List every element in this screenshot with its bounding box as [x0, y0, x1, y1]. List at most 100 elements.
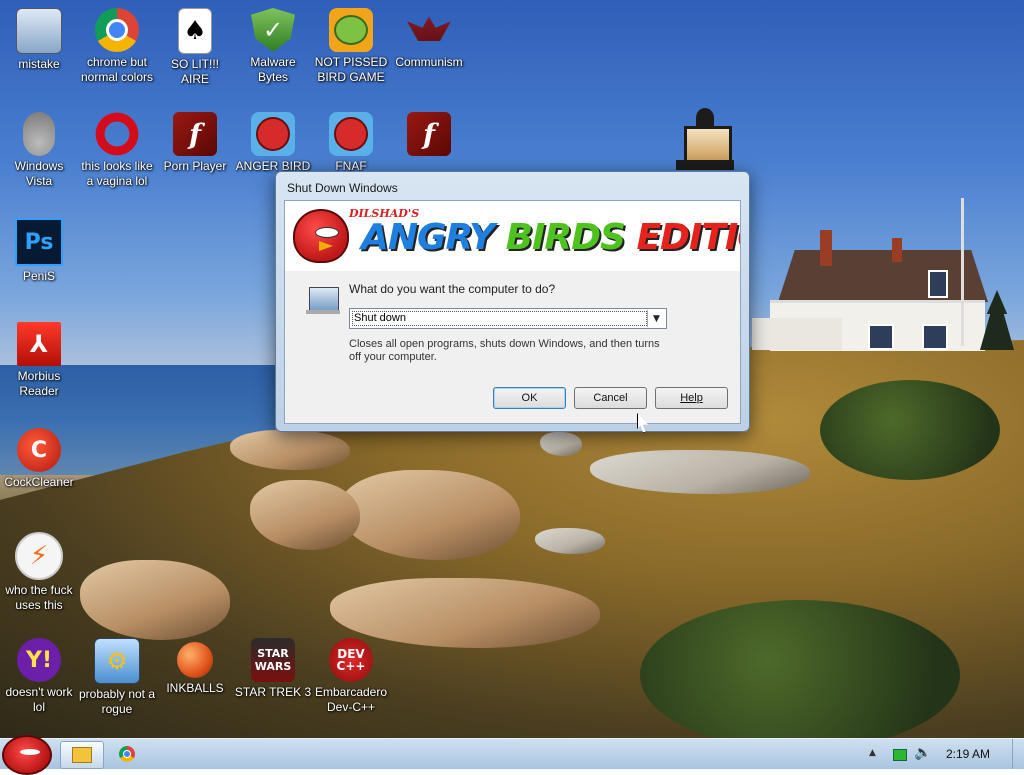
desktop-icon-flash[interactable]: f	[390, 112, 468, 159]
help-button[interactable]: Help	[655, 387, 728, 409]
wallpaper-porch	[752, 318, 842, 350]
desktop-icon-gears[interactable]: ⚙ probably not a rogue	[78, 638, 156, 717]
desktop-icon-devcpp[interactable]: DEV C++ Embarcadero Dev-C++	[312, 638, 390, 715]
desktop-icon-photoshop[interactable]: Ps PeniS	[0, 218, 78, 284]
cards-icon: ♠	[178, 8, 212, 54]
tray-expand-icon[interactable]: ▲	[869, 748, 876, 758]
desktop-icon-label: this looks like a vagina lol	[81, 159, 153, 188]
wallpaper-flagpole	[961, 198, 964, 346]
devcpp-icon: DEV C++	[329, 638, 373, 682]
desktop-icon-chrome[interactable]: chrome but normal colors	[78, 8, 156, 85]
computer-icon	[306, 287, 340, 314]
wallpaper-chimney	[820, 230, 832, 266]
desktop-icon-label: NOT PISSED BIRD GAME	[314, 55, 388, 84]
desktop-icon-communism[interactable]: Communism	[390, 8, 468, 70]
desktop-icon-malwarebytes[interactable]: ✓ Malware Bytes	[234, 8, 312, 85]
dialog-title: Shut Down Windows	[287, 181, 398, 195]
pig-icon	[329, 8, 373, 52]
desktop-icon-porn-player[interactable]: f Porn Player	[156, 112, 234, 174]
taskbar-clock[interactable]: 2:19 AM	[946, 747, 990, 761]
desktop-icon-solitaire[interactable]: ♠ SO LIT!!! AIRE	[156, 8, 234, 87]
wallpaper-chimney	[892, 238, 902, 262]
banner-word-2: BIRDS	[505, 217, 637, 258]
dialog-question: What do you want the computer to do?	[349, 282, 556, 296]
emblem-icon	[407, 16, 451, 41]
desktop-icon-label: chrome but normal colors	[80, 55, 154, 84]
star-wars-icon: STAR WARS	[251, 638, 295, 682]
wallpaper-house-roof	[778, 250, 988, 302]
desktop-icon-label: probably not a rogue	[78, 687, 156, 716]
chevron-down-icon[interactable]: ▼	[647, 310, 665, 327]
option-description: Closes all open programs, shuts down Win…	[349, 338, 660, 363]
shutdown-dialog: Shut Down Windows DILSHAD'S ANGRY BIRDS …	[275, 171, 750, 432]
desktop-icon-label: Embarcadero Dev-C++	[314, 685, 388, 714]
banner-title: ANGRY BIRDS EDITION	[361, 217, 740, 258]
drive-icon	[23, 112, 55, 156]
desktop-icon-windows-vista[interactable]: Windows Vista	[0, 112, 78, 189]
shutdown-option-select[interactable]: Shut down ▼	[349, 308, 667, 329]
taskbar-explorer-button[interactable]	[60, 741, 104, 769]
cancel-button[interactable]: Cancel	[574, 387, 647, 409]
opera-icon	[94, 112, 140, 156]
desktop-icon-star-trek[interactable]: STAR WARS STAR TREK 3	[234, 638, 312, 700]
wallpaper-bush	[820, 380, 1000, 480]
wallpaper-window	[928, 270, 948, 298]
folder-icon	[72, 747, 92, 763]
taskbar-chrome-button[interactable]	[110, 741, 144, 767]
wallpaper-window	[922, 324, 948, 350]
wallpaper-bush	[640, 600, 960, 738]
wallpaper-window	[868, 324, 894, 350]
ball-icon	[177, 642, 213, 678]
desktop-icon-lightning[interactable]: ⚡ who the fuck uses this	[0, 532, 78, 613]
gears-icon: ⚙	[94, 638, 140, 684]
desktop-icon-label: INKBALLS	[166, 681, 224, 695]
flash-icon: f	[407, 112, 451, 156]
start-button[interactable]	[2, 735, 52, 775]
desktop-icon-mistake[interactable]: mistake	[0, 8, 78, 72]
desktop-icon-label: mistake	[18, 57, 60, 71]
angry-bird-icon	[251, 112, 295, 156]
desktop-icon-label: SO LIT!!! AIRE	[170, 57, 219, 86]
flash-icon: f	[173, 112, 217, 156]
selected-option: Shut down	[352, 311, 647, 326]
banner-word-3: EDITION	[636, 217, 740, 258]
desktop-icon-fnaf[interactable]: FNAF	[312, 112, 390, 174]
desktop-icon-pdf-reader[interactable]: ⅄ Morbius Reader	[0, 322, 78, 399]
desktop-icon-label: Communism	[395, 55, 463, 69]
desktop-icon-inkballs[interactable]: INKBALLS	[156, 638, 234, 696]
desktop-icon-anger-bird[interactable]: ANGER BIRD	[234, 112, 312, 174]
ccleaner-icon: C	[17, 428, 61, 472]
desktop-icon-opera[interactable]: this looks like a vagina lol	[78, 112, 156, 189]
network-icon[interactable]	[893, 749, 907, 761]
computer-icon	[16, 8, 62, 54]
desktop-icon-label: CockCleaner	[4, 475, 74, 489]
desktop-icon-label: who the fuck uses this	[5, 583, 73, 612]
angry-bird-icon	[329, 112, 373, 156]
dialog-body: DILSHAD'S ANGRY BIRDS EDITION What do yo…	[284, 200, 741, 424]
wallpaper-rock	[540, 432, 582, 456]
desktop-icon-label: Porn Player	[163, 159, 227, 173]
desktop-icon-label: Morbius Reader	[17, 369, 61, 398]
photoshop-icon: Ps	[15, 218, 63, 266]
shield-icon: ✓	[251, 8, 295, 52]
ok-button[interactable]: OK	[493, 387, 566, 409]
taskbar: ▲ 🔈 2:19 AM	[0, 735, 1024, 775]
angry-bird-logo-icon	[293, 209, 349, 263]
pdf-icon: ⅄	[17, 322, 61, 366]
wallpaper-lighthouse	[676, 108, 734, 178]
volume-icon[interactable]: 🔈	[914, 745, 931, 761]
desktop-icon-bad-piggies[interactable]: NOT PISSED BIRD GAME	[312, 8, 390, 85]
desktop-icon-label: STAR TREK 3	[234, 685, 312, 699]
dialog-banner: DILSHAD'S ANGRY BIRDS EDITION	[285, 201, 740, 271]
desktop-icon-label: Malware Bytes	[250, 55, 296, 84]
desktop-icon-label: PeniS	[22, 269, 56, 283]
yahoo-icon: Y!	[17, 638, 61, 682]
desktop-icon-ccleaner[interactable]: C CockCleaner	[0, 428, 78, 490]
chrome-icon	[95, 8, 139, 52]
desktop-icon-label: Windows Vista	[14, 159, 64, 188]
chrome-icon	[119, 746, 135, 762]
show-desktop-button[interactable]	[1012, 739, 1024, 769]
desktop-icon-yahoo[interactable]: Y! doesn't work lol	[0, 638, 78, 715]
banner-word-1: ANGRY	[361, 217, 506, 258]
desktop-icon-label: doesn't work lol	[5, 685, 73, 714]
